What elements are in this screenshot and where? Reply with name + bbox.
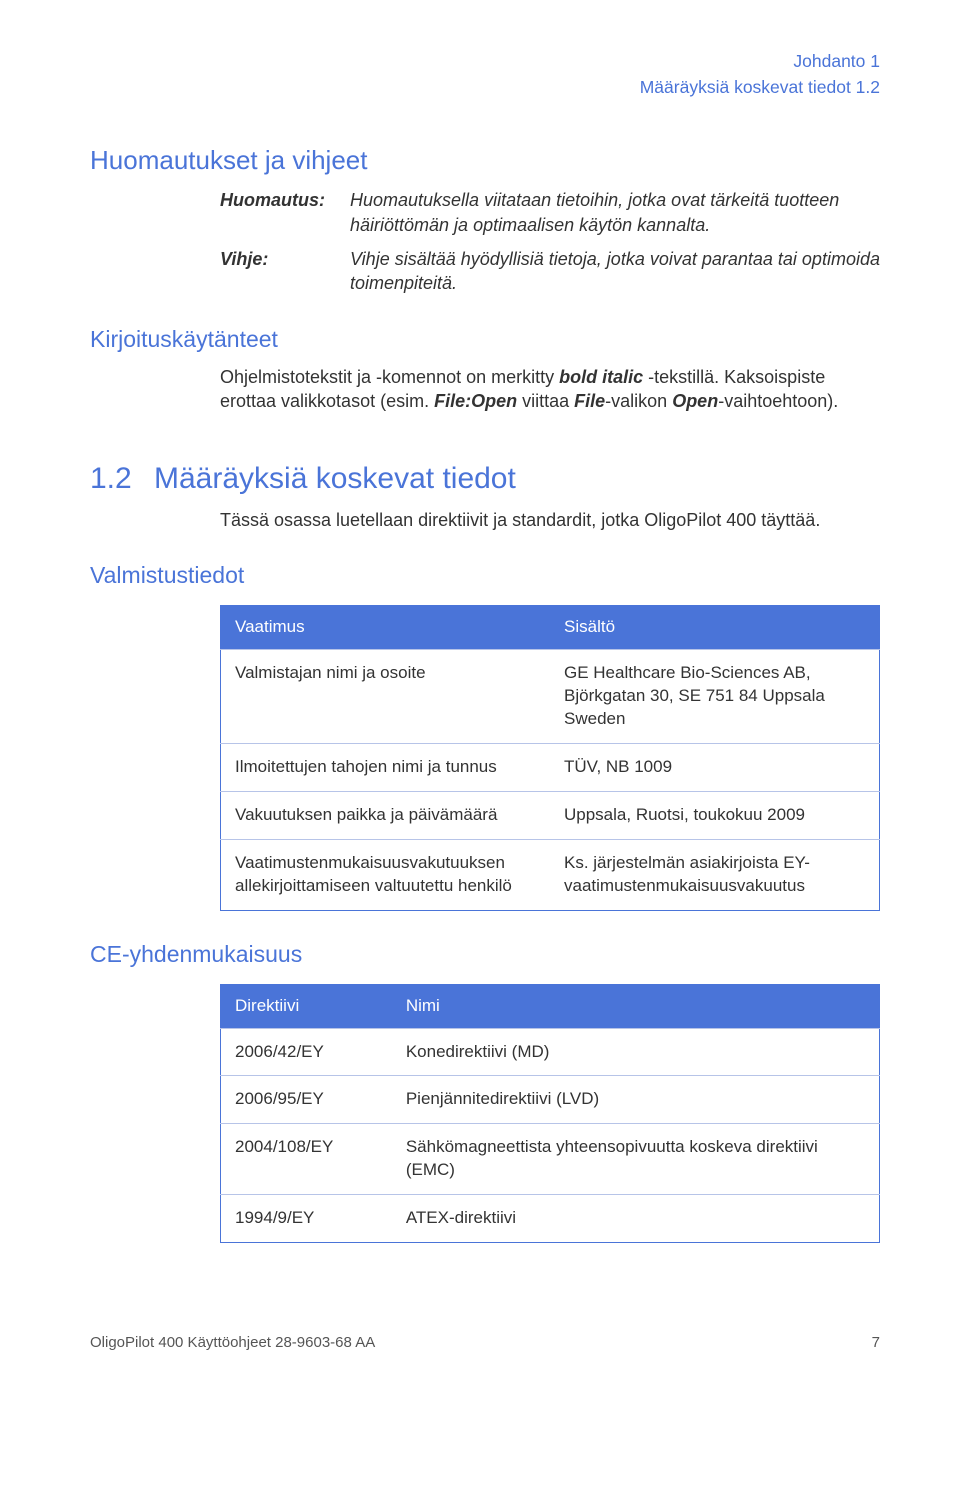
ce-table-wrap: Direktiivi Nimi 2006/42/EY Konedirektiiv… bbox=[220, 984, 880, 1244]
header-line-2: Määräyksiä koskevat tiedot 1.2 bbox=[90, 76, 880, 100]
table-row: 2004/108/EY Sähkömagneettista yhteensopi… bbox=[221, 1124, 880, 1195]
text-fragment: -valikon bbox=[605, 391, 672, 411]
table-cell: Vaatimustenmukaisuusvakutuuksen allekirj… bbox=[221, 839, 551, 910]
table-cell: Vakuutuksen paikka ja päivämäärä bbox=[221, 791, 551, 839]
section-title-ce: CE‑yhdenmukaisuus bbox=[90, 939, 880, 970]
section-title-typography: Kirjoituskäytänteet bbox=[90, 324, 880, 355]
table-cell: 1994/9/EY bbox=[221, 1195, 392, 1243]
table-header: Vaatimus bbox=[221, 606, 551, 650]
section-title-notes: Huomautukset ja vihjeet bbox=[90, 143, 880, 178]
table-header: Nimi bbox=[392, 984, 880, 1028]
section-1-2-heading: 1.2Määräyksiä koskevat tiedot bbox=[90, 459, 880, 500]
table-cell: Konedirektiivi (MD) bbox=[392, 1028, 880, 1076]
section-1-2-intro: Tässä osassa luetellaan direktiivit ja s… bbox=[220, 508, 880, 532]
table-row: 2006/95/EY Pienjännitedirektiivi (LVD) bbox=[221, 1076, 880, 1124]
table-cell: Pienjännitedirektiivi (LVD) bbox=[392, 1076, 880, 1124]
footer-doc-id: OligoPilot 400 Käyttöohjeet 28-9603-68 A… bbox=[90, 1333, 375, 1353]
table-cell: 2004/108/EY bbox=[221, 1124, 392, 1195]
footer-page-number: 7 bbox=[872, 1333, 880, 1353]
section-number: 1.2 bbox=[90, 459, 154, 500]
manufacturing-table: Vaatimus Sisältö Valmistajan nimi ja oso… bbox=[220, 605, 880, 911]
section-title-manufacturing: Valmistustiedot bbox=[90, 560, 880, 591]
table-row: Vaatimustenmukaisuusvakutuuksen allekirj… bbox=[221, 839, 880, 910]
definition-row: Huomautus: Huomautuksella viitataan tiet… bbox=[220, 188, 880, 237]
header-line-1: Johdanto 1 bbox=[90, 50, 880, 74]
text-fragment: viittaa bbox=[517, 391, 574, 411]
ce-table: Direktiivi Nimi 2006/42/EY Konedirektiiv… bbox=[220, 984, 880, 1244]
text-bold-italic: Open bbox=[672, 391, 718, 411]
table-cell: Ilmoitettujen tahojen nimi ja tunnus bbox=[221, 743, 551, 791]
definition-label: Vihje: bbox=[220, 247, 350, 296]
text-fragment: -vaihtoehtoon). bbox=[718, 391, 838, 411]
text-fragment: Ohjelmistotekstit ja -komennot on merkit… bbox=[220, 367, 559, 387]
table-header: Direktiivi bbox=[221, 984, 392, 1028]
table-row: 2006/42/EY Konedirektiivi (MD) bbox=[221, 1028, 880, 1076]
table-cell: TÜV, NB 1009 bbox=[550, 743, 880, 791]
section-title-text: Määräyksiä koskevat tiedot bbox=[154, 462, 516, 495]
definition-text: Vihje sisältää hyödyllisiä tietoja, jotk… bbox=[350, 247, 880, 296]
table-cell: ATEX-direktiivi bbox=[392, 1195, 880, 1243]
table-header: Sisältö bbox=[550, 606, 880, 650]
table-row: 1994/9/EY ATEX-direktiivi bbox=[221, 1195, 880, 1243]
table-cell: Uppsala, Ruotsi, toukokuu 2009 bbox=[550, 791, 880, 839]
text-bold-italic: File:Open bbox=[434, 391, 517, 411]
definition-row: Vihje: Vihje sisältää hyödyllisiä tietoj… bbox=[220, 247, 880, 296]
table-cell: Sähkömagneettista yhteensopivuutta koske… bbox=[392, 1124, 880, 1195]
manufacturing-table-wrap: Vaatimus Sisältö Valmistajan nimi ja oso… bbox=[220, 605, 880, 911]
table-cell: Valmistajan nimi ja osoite bbox=[221, 649, 551, 743]
table-row: Valmistajan nimi ja osoite GE Healthcare… bbox=[221, 649, 880, 743]
definition-label: Huomautus: bbox=[220, 188, 350, 237]
table-row: Ilmoitettujen tahojen nimi ja tunnus TÜV… bbox=[221, 743, 880, 791]
table-cell: 2006/95/EY bbox=[221, 1076, 392, 1124]
text-bold-italic: File bbox=[574, 391, 605, 411]
table-cell: Ks. järjestelmän asiakirjoista EY-vaatim… bbox=[550, 839, 880, 910]
text-bold-italic: bold italic bbox=[559, 367, 643, 387]
typography-paragraph: Ohjelmistotekstit ja -komennot on merkit… bbox=[220, 365, 880, 414]
running-header: Johdanto 1 Määräyksiä koskevat tiedot 1.… bbox=[90, 50, 880, 99]
page-footer: OligoPilot 400 Käyttöohjeet 28-9603-68 A… bbox=[90, 1333, 880, 1353]
table-row: Vakuutuksen paikka ja päivämäärä Uppsala… bbox=[221, 791, 880, 839]
table-cell: GE Healthcare Bio-Sciences AB, Björkgata… bbox=[550, 649, 880, 743]
table-cell: 2006/42/EY bbox=[221, 1028, 392, 1076]
definition-text: Huomautuksella viitataan tietoihin, jotk… bbox=[350, 188, 880, 237]
